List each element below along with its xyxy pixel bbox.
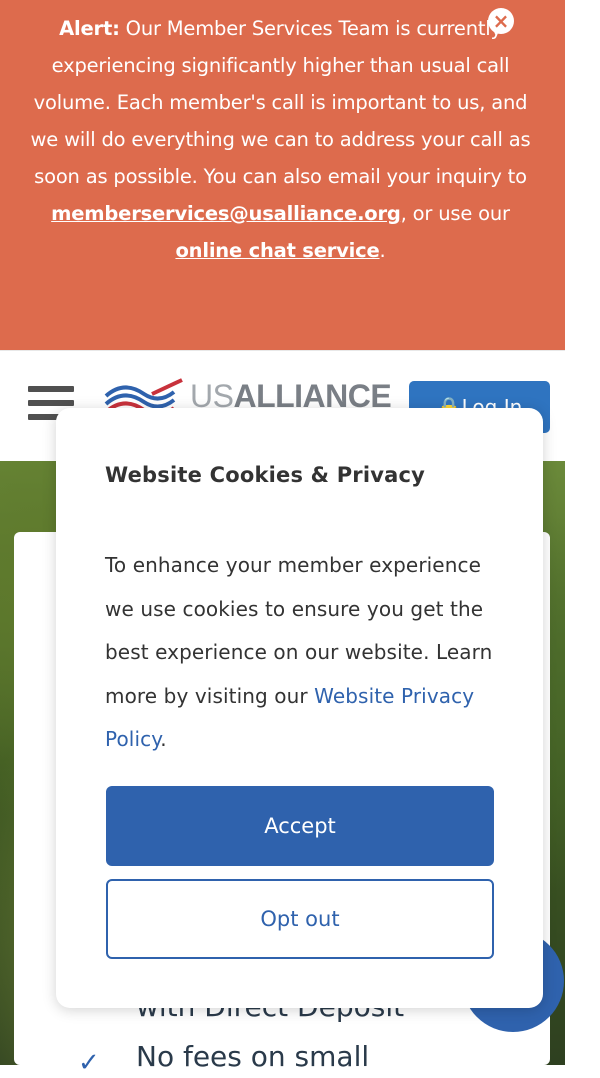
hero-item-text-2: No fees on small xyxy=(136,1040,370,1073)
member-services-email-link[interactable]: memberservices@usalliance.org xyxy=(51,202,401,225)
online-chat-link[interactable]: online chat service xyxy=(175,239,379,262)
alert-message: Our Member Services Team is currently ex… xyxy=(30,17,531,188)
alert-banner: Alert: Our Member Services Team is curre… xyxy=(0,0,565,350)
accept-button[interactable]: Accept xyxy=(106,786,494,866)
check-icon: ✓ xyxy=(78,1048,100,1078)
close-icon[interactable]: × xyxy=(488,8,514,34)
alert-label: Alert: xyxy=(59,17,120,40)
modal-body: To enhance your member experience we use… xyxy=(105,553,493,751)
opt-out-button[interactable]: Opt out xyxy=(106,879,494,959)
alert-message-end: . xyxy=(379,239,386,262)
modal-title: Website Cookies & Privacy xyxy=(105,463,426,487)
alert-message-2: , or use our xyxy=(400,202,510,225)
